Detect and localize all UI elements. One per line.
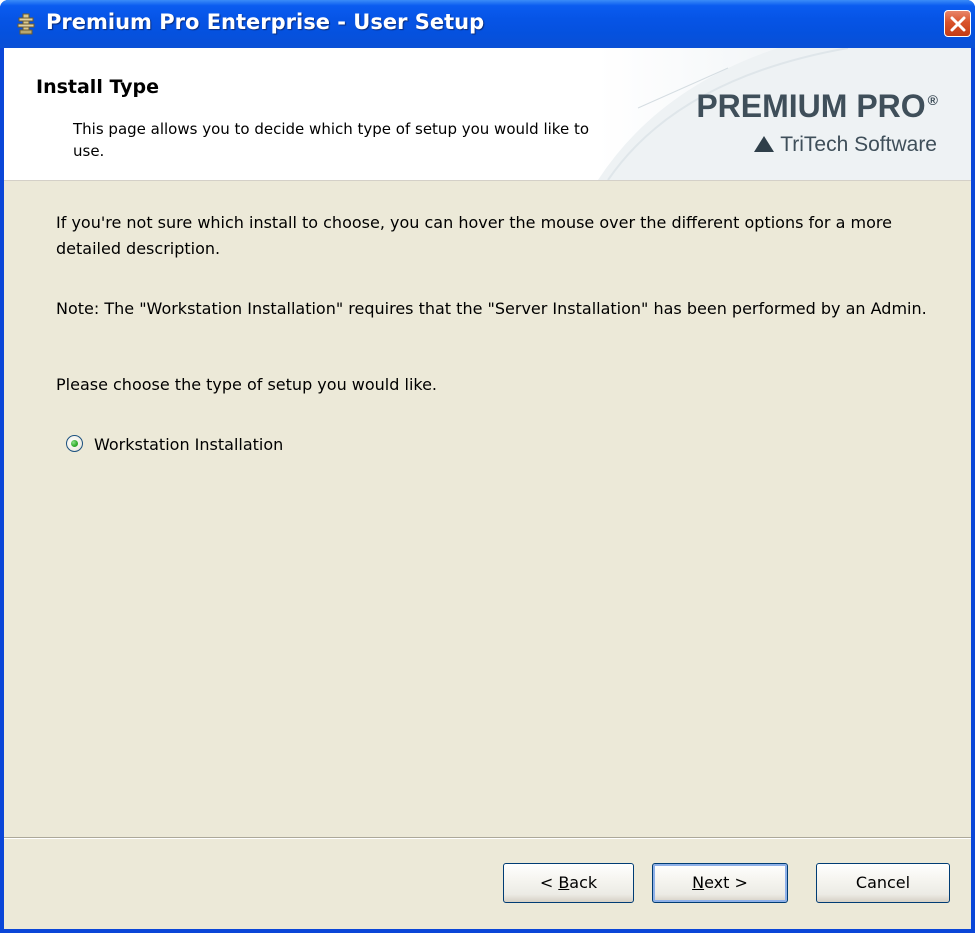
back-prefix: < xyxy=(539,873,559,892)
note-text: Note: The "Workstation Installation" req… xyxy=(56,299,927,318)
dialog-body: Install Type This page allows you to dec… xyxy=(4,48,971,929)
next-label-rest: ext > xyxy=(704,873,748,892)
instruction-text: If you're not sure which install to choo… xyxy=(56,213,892,258)
setup-window: Premium Pro Enterprise - User Setup Inst… xyxy=(0,0,975,933)
logo-wordmark: PREMIUM PRO ® xyxy=(696,88,938,125)
radio-button[interactable] xyxy=(66,435,83,452)
separator-highlight xyxy=(4,838,971,839)
radio-label[interactable]: Workstation Installation xyxy=(94,432,283,458)
cancel-button[interactable]: Cancel xyxy=(816,863,950,903)
next-button[interactable]: Next > xyxy=(652,863,788,903)
logo-main-text: PREMIUM PRO xyxy=(696,88,926,124)
window-title: Premium Pro Enterprise - User Setup xyxy=(46,10,485,34)
logo-company: TriTech Software xyxy=(754,133,937,157)
triangle-icon xyxy=(754,136,775,152)
back-label-rest: ack xyxy=(569,873,598,892)
prompt-text: Please choose the type of setup you woul… xyxy=(56,375,438,394)
brand-logo: PREMIUM PRO ® TriTech Software xyxy=(598,48,971,180)
page-title: Install Type xyxy=(36,76,160,98)
wizard-header: Install Type This page allows you to dec… xyxy=(4,48,971,181)
close-icon xyxy=(950,16,966,32)
installer-icon[interactable] xyxy=(14,12,38,36)
registered-mark: ® xyxy=(927,92,938,108)
title-bar[interactable]: Premium Pro Enterprise - User Setup xyxy=(0,0,975,48)
logo-company-text: TriTech Software xyxy=(780,133,937,156)
back-button[interactable]: < Back xyxy=(503,863,634,903)
next-mnemonic: N xyxy=(692,873,705,892)
page-description: This page allows you to decide which typ… xyxy=(73,120,590,160)
close-button[interactable] xyxy=(944,10,971,37)
radio-selected-dot xyxy=(71,440,78,447)
back-mnemonic: B xyxy=(558,873,570,892)
